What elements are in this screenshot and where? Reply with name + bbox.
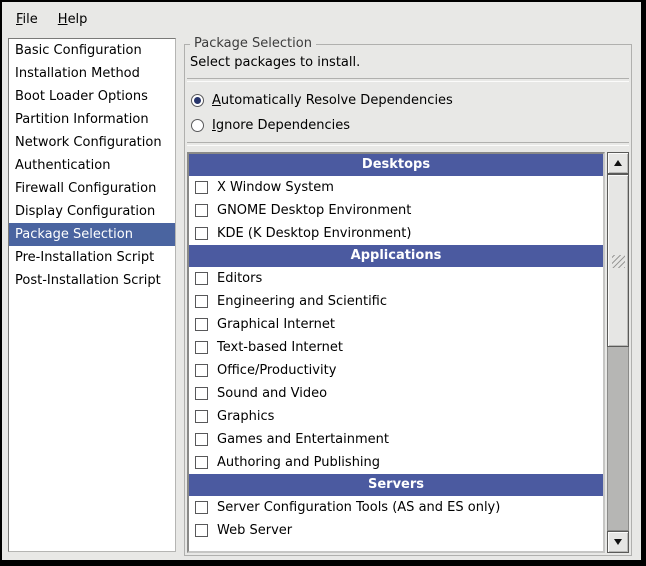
sidebar-item-basic-configuration[interactable]: Basic Configuration: [9, 39, 175, 62]
scroll-up-button[interactable]: [607, 152, 629, 174]
sidebar-item-firewall-configuration[interactable]: Firewall Configuration: [9, 177, 175, 200]
package-row-kde-k-desktop-environment-[interactable]: KDE (K Desktop Environment): [189, 222, 603, 245]
checkbox-icon[interactable]: [195, 318, 208, 331]
package-label: Authoring and Publishing: [217, 455, 380, 470]
checkbox-icon[interactable]: [195, 524, 208, 537]
group-header-servers: Servers: [189, 474, 603, 496]
package-label: Graphical Internet: [217, 317, 335, 332]
group-header-applications: Applications: [189, 245, 603, 267]
checkbox-icon[interactable]: [195, 272, 208, 285]
radio-option-automatically-resolve-dependencies[interactable]: Automatically Resolve Dependencies: [189, 88, 627, 113]
package-row-x-window-system[interactable]: X Window System: [189, 176, 603, 199]
package-label: Web Server: [217, 523, 292, 538]
package-label: Office/Productivity: [217, 363, 336, 378]
package-label: GNOME Desktop Environment: [217, 203, 411, 218]
checkbox-icon[interactable]: [195, 181, 208, 194]
sidebar-item-package-selection[interactable]: Package Selection: [9, 223, 175, 246]
menu-bar: FileHelp: [2, 2, 641, 36]
sidebar-item-boot-loader-options[interactable]: Boot Loader Options: [9, 85, 175, 108]
package-label: Graphics: [217, 409, 274, 424]
scroll-down-button[interactable]: [607, 531, 629, 553]
group-header-desktops: Desktops: [189, 154, 603, 176]
checkbox-icon[interactable]: [195, 204, 208, 217]
checkbox-icon[interactable]: [195, 364, 208, 377]
scrollbar-grip-icon: [612, 255, 625, 268]
package-row-graphics[interactable]: Graphics: [189, 405, 603, 428]
vertical-scrollbar[interactable]: [607, 152, 629, 553]
package-row-editors[interactable]: Editors: [189, 267, 603, 290]
checkbox-icon[interactable]: [195, 227, 208, 240]
sidebar-item-post-installation-script[interactable]: Post-Installation Script: [9, 269, 175, 292]
kickstart-configurator-window: FileHelp Basic ConfigurationInstallation…: [0, 0, 646, 566]
menu-item-file[interactable]: File: [6, 5, 48, 34]
radio-label: Ignore Dependencies: [212, 118, 350, 133]
checkbox-icon[interactable]: [195, 387, 208, 400]
package-row-graphical-internet[interactable]: Graphical Internet: [189, 313, 603, 336]
package-row-gnome-desktop-environment[interactable]: GNOME Desktop Environment: [189, 199, 603, 222]
package-selection-frame: Package Selection Select packages to ins…: [184, 44, 632, 556]
sidebar-nav: Basic ConfigurationInstallation MethodBo…: [8, 38, 176, 552]
sidebar-item-network-configuration[interactable]: Network Configuration: [9, 131, 175, 154]
checkbox-icon[interactable]: [195, 410, 208, 423]
package-label: Editors: [217, 271, 262, 286]
menu-item-help[interactable]: Help: [48, 5, 98, 34]
package-row-web-server[interactable]: Web Server: [189, 519, 603, 542]
checkbox-icon[interactable]: [195, 341, 208, 354]
package-row-engineering-and-scientific[interactable]: Engineering and Scientific: [189, 290, 603, 313]
package-label: X Window System: [217, 180, 334, 195]
checkbox-icon[interactable]: [195, 433, 208, 446]
sidebar-item-installation-method[interactable]: Installation Method: [9, 62, 175, 85]
package-row-authoring-and-publishing[interactable]: Authoring and Publishing: [189, 451, 603, 474]
package-label: Games and Entertainment: [217, 432, 389, 447]
radio-button-icon[interactable]: [191, 94, 204, 107]
scroll-down-icon: [614, 539, 622, 545]
scroll-up-icon: [614, 160, 622, 166]
sidebar-item-authentication[interactable]: Authentication: [9, 154, 175, 177]
package-label: KDE (K Desktop Environment): [217, 226, 411, 241]
package-label: Text-based Internet: [217, 340, 343, 355]
package-row-server-configuration-tools-as-and-es-only-[interactable]: Server Configuration Tools (AS and ES on…: [189, 496, 603, 519]
checkbox-icon[interactable]: [195, 295, 208, 308]
scrollbar-thumb[interactable]: [607, 174, 629, 347]
instruction-text: Select packages to install.: [190, 55, 360, 70]
separator: [187, 78, 629, 82]
radio-button-icon[interactable]: [191, 119, 204, 132]
package-row-games-and-entertainment[interactable]: Games and Entertainment: [189, 428, 603, 451]
checkbox-icon[interactable]: [195, 456, 208, 469]
separator: [187, 142, 629, 146]
package-list: Desktops X Window System GNOME Desktop Env…: [187, 152, 605, 553]
package-label: Engineering and Scientific: [217, 294, 387, 309]
radio-option-ignore-dependencies[interactable]: Ignore Dependencies: [189, 113, 627, 138]
dependency-radio-group: Automatically Resolve Dependencies Ignore…: [189, 88, 627, 138]
package-row-text-based-internet[interactable]: Text-based Internet: [189, 336, 603, 359]
checkbox-icon[interactable]: [195, 501, 208, 514]
package-label: Sound and Video: [217, 386, 327, 401]
sidebar-item-partition-information[interactable]: Partition Information: [9, 108, 175, 131]
sidebar-item-pre-installation-script[interactable]: Pre-Installation Script: [9, 246, 175, 269]
package-row-office-productivity[interactable]: Office/Productivity: [189, 359, 603, 382]
sidebar-item-display-configuration[interactable]: Display Configuration: [9, 200, 175, 223]
package-scrolled-window: Desktops X Window System GNOME Desktop Env…: [187, 152, 629, 553]
frame-title: Package Selection: [190, 36, 316, 51]
package-row-sound-and-video[interactable]: Sound and Video: [189, 382, 603, 405]
package-label: Server Configuration Tools (AS and ES on…: [217, 500, 500, 515]
radio-label: Automatically Resolve Dependencies: [212, 93, 453, 108]
